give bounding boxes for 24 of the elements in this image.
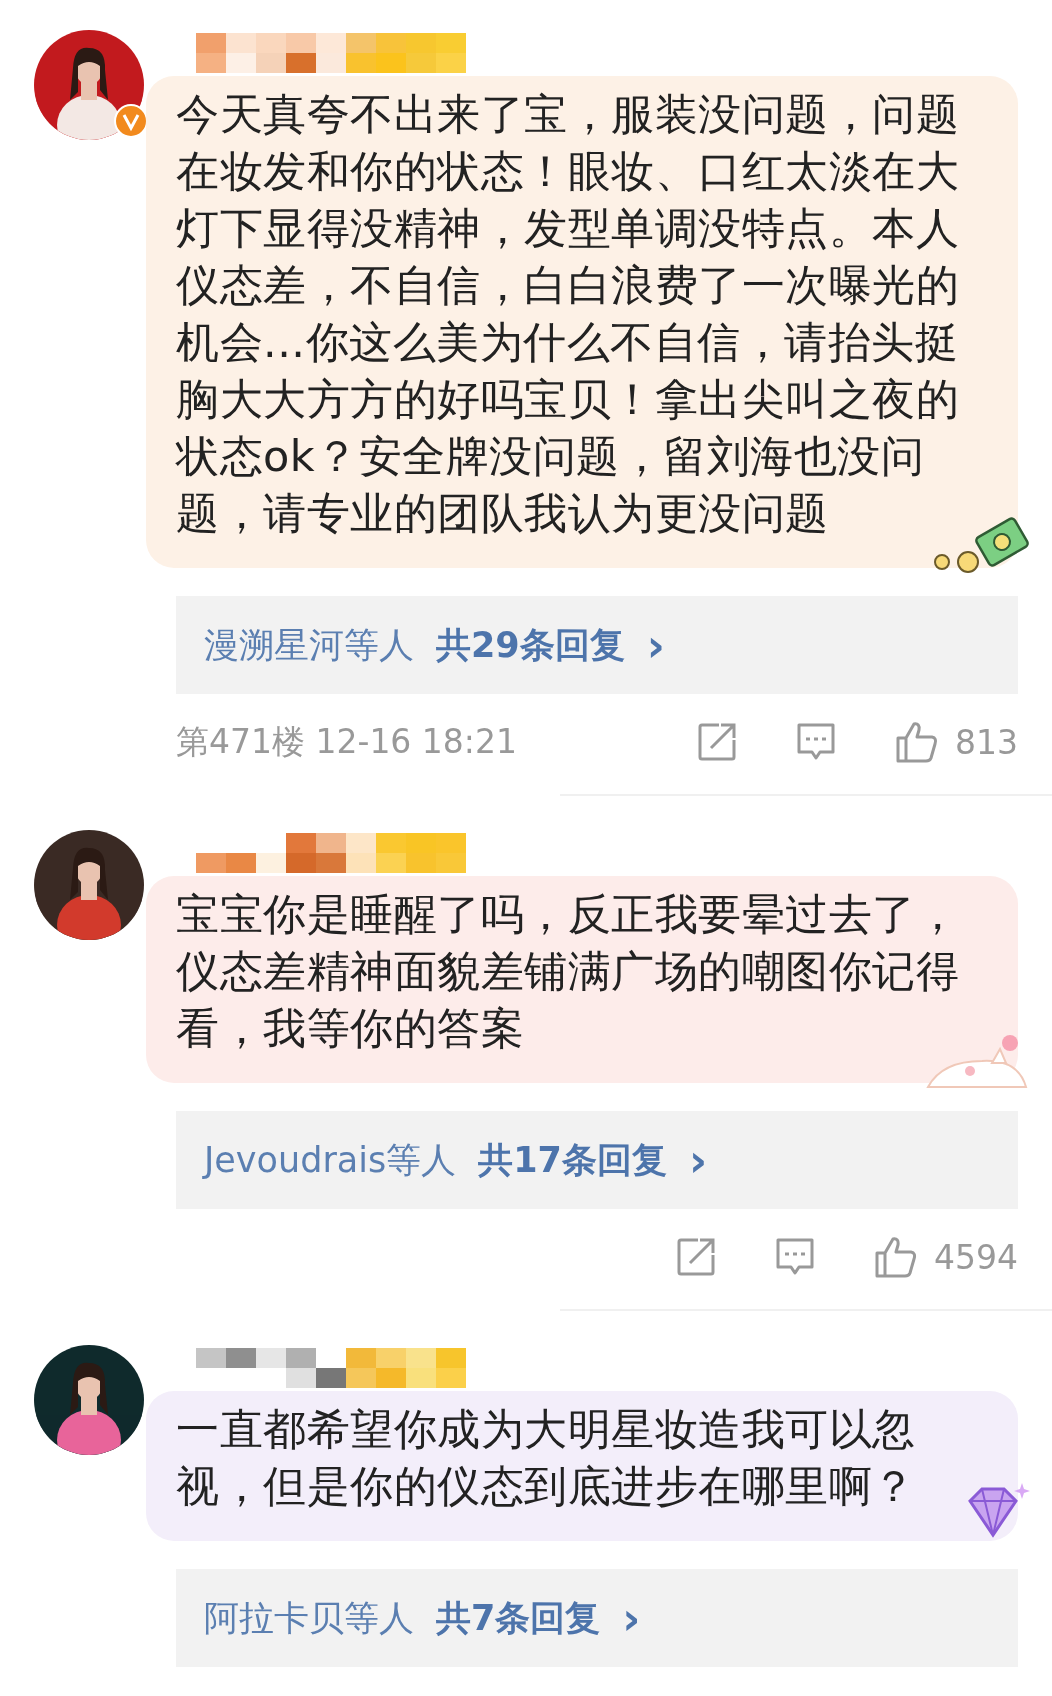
comment-text: 宝宝你是睡醒了吗，反正我要晕过去了，仪态差精神面貌差铺满广场的嘲图你记得看，我等你的答案 <box>176 888 960 1055</box>
replies-bar[interactable]: 漫溯星河等人 共29条回复 › <box>176 596 1018 694</box>
replier-names[interactable]: 漫溯星河等人 <box>204 621 414 669</box>
reply-count-link[interactable]: 共7条回复 <box>436 1594 601 1642</box>
like-icon[interactable] <box>874 1235 918 1279</box>
chevron-icon[interactable]: › <box>688 1134 708 1186</box>
like-icon[interactable] <box>895 720 939 764</box>
reply-count-link[interactable]: 共17条回复 <box>478 1136 667 1184</box>
replier-names[interactable]: Jevoudrais等人 <box>204 1136 457 1184</box>
comment-text: 一直都希望你成为大明星妆造我可以忽视，但是你的仪态到底进步在哪里啊？ <box>176 1403 917 1513</box>
replier-names[interactable]: 阿拉卡贝等人 <box>204 1594 414 1642</box>
chevron-icon[interactable]: › <box>646 619 665 671</box>
share-icon[interactable] <box>676 1237 716 1277</box>
like-count: 4594 <box>934 1237 1018 1277</box>
floor-time: 第471楼 12-16 18:21 <box>176 720 517 763</box>
reply-count-link[interactable]: 共29条回复 <box>436 621 625 669</box>
comment-icon[interactable] <box>774 1237 816 1277</box>
comment-icon[interactable] <box>795 722 837 762</box>
share-icon[interactable] <box>697 722 737 762</box>
comment-text: 今天真夸不出来了宝，服装没问题，问题在妆发和你的状态！眼妆、口红太淡在大灯下显得没精神，发型单调没特点。本人仪态差，不自信，白白浪费了一次曝光的机会...你这么美为什么不自信，请抬头挺胸大大方方的好吗宝贝！拿出尖叫之夜的状态ok？安全牌没问题，留刘海也没问题，请专业的团队我认为更没问题 <box>176 88 960 540</box>
chevron-icon[interactable]: › <box>622 1592 641 1644</box>
like-count: 813 <box>955 722 1018 762</box>
replies-bar[interactable]: Jevoudrais等人 共17条回复 › <box>176 1111 1018 1209</box>
replies-bar[interactable]: 阿拉卡贝等人 共7条回复 › <box>176 1569 1018 1667</box>
